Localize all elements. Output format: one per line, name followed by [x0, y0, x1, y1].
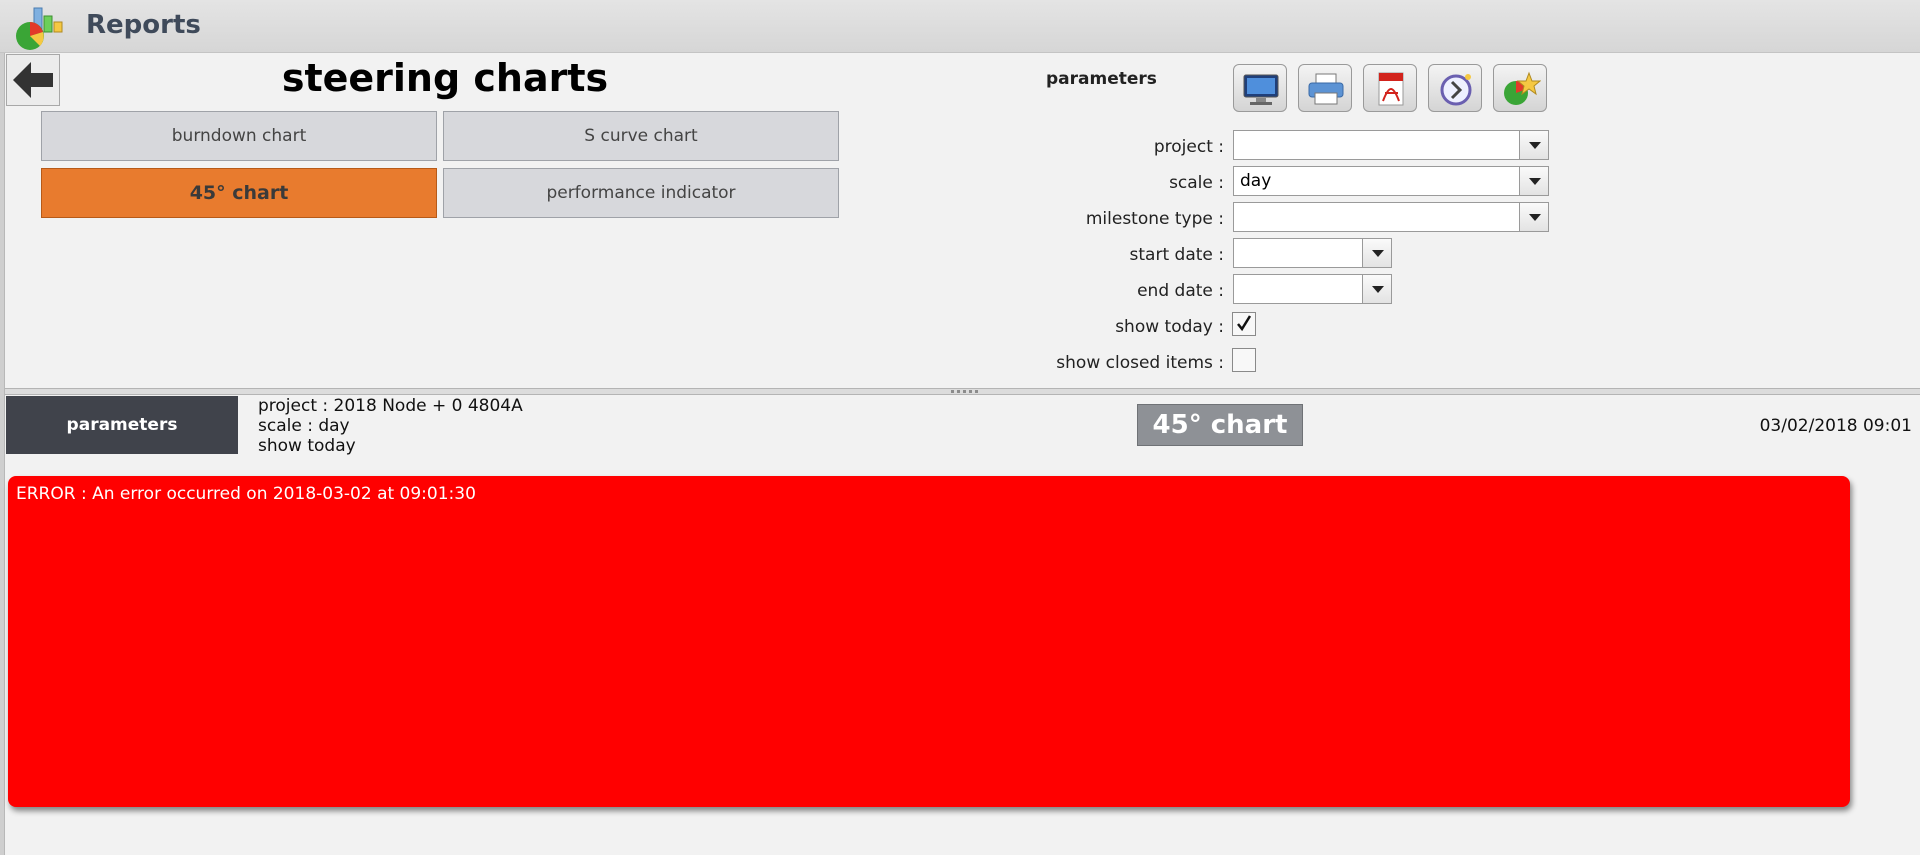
history-button[interactable]	[1428, 64, 1482, 112]
back-arrow-icon	[13, 62, 53, 98]
chart-title-badge: 45° chart	[1137, 404, 1303, 446]
project-dropdown-button[interactable]	[1519, 130, 1549, 160]
45-degree-chart-button[interactable]: 45° chart	[41, 168, 437, 218]
milestone-type-label: milestone type :	[1085, 209, 1224, 229]
favorite-report-icon	[1504, 71, 1541, 105]
back-button[interactable]	[6, 54, 60, 106]
error-panel: ERROR : An error occurred on 2018-03-02 …	[8, 476, 1850, 807]
start-date-label: start date :	[1129, 245, 1224, 265]
project-label: project :	[1153, 137, 1224, 157]
chevron-down-icon	[1372, 250, 1384, 257]
summary-project: project : 2018 Node + 0 4804A	[258, 396, 523, 416]
parameters-heading: parameters	[1046, 69, 1157, 89]
display-icon	[1243, 74, 1279, 105]
app-title: Reports	[86, 10, 201, 40]
print-icon	[1308, 73, 1344, 105]
show-today-label: show today :	[1115, 317, 1224, 337]
scale-label: scale :	[1169, 173, 1224, 193]
summary-show-today: show today	[258, 436, 356, 456]
history-icon	[1440, 74, 1472, 106]
chevron-down-icon	[1529, 214, 1541, 221]
milestone-type-dropdown-button[interactable]	[1519, 202, 1549, 232]
scale-dropdown-button[interactable]	[1519, 166, 1549, 196]
project-select[interactable]	[1233, 130, 1523, 160]
chevron-down-icon	[1372, 286, 1384, 293]
show-today-checkbox[interactable]	[1232, 312, 1256, 336]
report-timestamp: 03/02/2018 09:01	[1759, 416, 1912, 436]
reports-chart-icon	[10, 2, 66, 52]
show-closed-items-checkbox[interactable]	[1232, 348, 1256, 372]
print-button[interactable]	[1298, 64, 1352, 112]
pdf-icon	[1378, 72, 1404, 106]
scale-select[interactable]: day	[1233, 166, 1523, 196]
burndown-chart-button[interactable]: burndown chart	[41, 111, 437, 161]
error-message: ERROR : An error occurred on 2018-03-02 …	[16, 484, 476, 504]
end-date-label: end date :	[1137, 281, 1224, 301]
checkmark-icon	[1237, 315, 1252, 332]
chevron-down-icon	[1529, 178, 1541, 185]
milestone-type-select[interactable]	[1233, 202, 1523, 232]
display-button[interactable]	[1233, 64, 1287, 112]
favorite-report-button[interactable]	[1493, 64, 1547, 112]
chevron-down-icon	[1529, 142, 1541, 149]
pdf-button[interactable]	[1363, 64, 1417, 112]
app-header	[0, 0, 1920, 53]
start-date-picker-button[interactable]	[1362, 238, 1392, 268]
parameters-toggle-button[interactable]: parameters	[6, 396, 238, 454]
show-closed-items-label: show closed items :	[1056, 353, 1224, 373]
start-date-input[interactable]	[1233, 238, 1365, 268]
end-date-picker-button[interactable]	[1362, 274, 1392, 304]
summary-scale: scale : day	[258, 416, 350, 436]
performance-indicator-button[interactable]: performance indicator	[443, 168, 839, 218]
page-title: steering charts	[281, 56, 609, 100]
s-curve-chart-button[interactable]: S curve chart	[443, 111, 839, 161]
splitter-grip[interactable]	[951, 390, 981, 393]
end-date-input[interactable]	[1233, 274, 1365, 304]
left-edge	[0, 0, 5, 855]
